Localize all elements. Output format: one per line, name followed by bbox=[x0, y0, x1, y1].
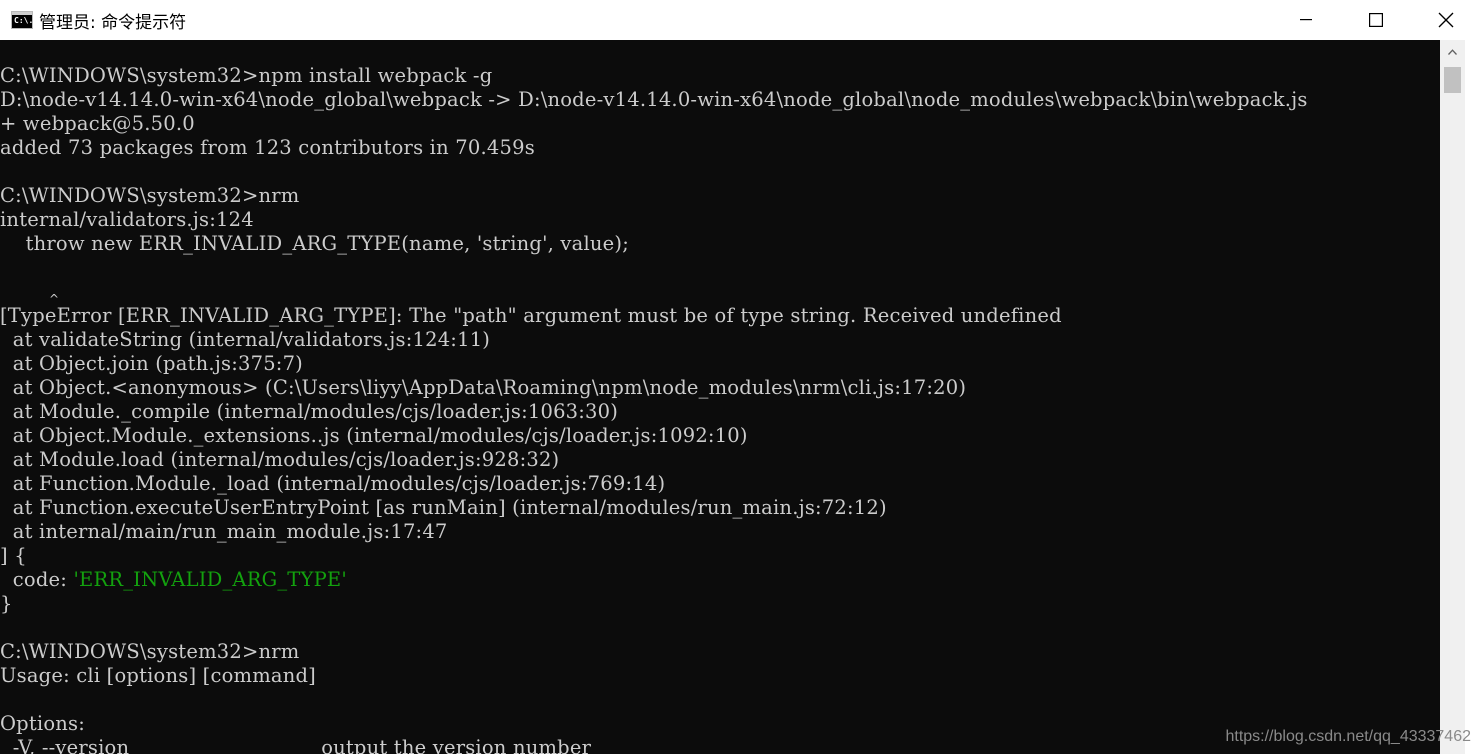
console-line: at Function.executeUserEntryPoint [as ru… bbox=[0, 496, 887, 519]
console-line: C:\WINDOWS\system32>nrm bbox=[0, 184, 300, 207]
console-lines: C:\WINDOWS\system32>npm install webpack … bbox=[0, 64, 1308, 754]
error-caret: ^ bbox=[49, 292, 60, 306]
window-controls bbox=[1271, 0, 1481, 40]
console-output[interactable]: C:\WINDOWS\system32>npm install webpack … bbox=[0, 40, 1440, 754]
console-line: at validateString (internal/validators.j… bbox=[0, 328, 491, 351]
scroll-up-button[interactable] bbox=[1440, 40, 1465, 65]
error-code-value: 'ERR_INVALID_ARG_TYPE' bbox=[73, 568, 347, 591]
chevron-up-icon bbox=[1448, 49, 1457, 55]
console-line: at Module.load (internal/modules/cjs/loa… bbox=[0, 448, 560, 471]
console-line: added 73 packages from 123 contributors … bbox=[0, 136, 535, 159]
console-line: D:\node-v14.14.0-win-x64\node_global\web… bbox=[0, 88, 1308, 111]
maximize-icon bbox=[1369, 13, 1383, 27]
watermark: https://blog.csdn.net/qq_43337462 bbox=[1225, 728, 1471, 745]
vertical-scrollbar[interactable] bbox=[1440, 40, 1465, 754]
console-line: -V, --version output the version number bbox=[0, 736, 592, 754]
minimize-icon bbox=[1300, 19, 1312, 21]
console-line: C:\WINDOWS\system32>nrm bbox=[0, 640, 300, 663]
console-line: + webpack@5.50.0 bbox=[0, 112, 195, 135]
maximize-button[interactable] bbox=[1341, 0, 1411, 40]
cmd-app-icon[interactable]: C:\. bbox=[11, 11, 33, 29]
console-line: [TypeError [ERR_INVALID_ARG_TYPE]: The "… bbox=[0, 304, 1062, 327]
scroll-thumb[interactable] bbox=[1444, 67, 1461, 93]
console-line: at Object.join (path.js:375:7) bbox=[0, 352, 303, 375]
console-line: Options: bbox=[0, 712, 86, 735]
console-line-prefix: code: bbox=[0, 568, 74, 591]
console-line: C:\WINDOWS\system32>npm install webpack … bbox=[0, 64, 493, 87]
console-line: at Module._compile (internal/modules/cjs… bbox=[0, 400, 619, 423]
console-line: code: 'ERR_INVALID_ARG_TYPE' bbox=[0, 568, 1308, 592]
console-line: internal/validators.js:124 bbox=[0, 208, 254, 231]
console-line: ] { bbox=[0, 544, 27, 567]
close-icon bbox=[1438, 12, 1454, 28]
minimize-button[interactable] bbox=[1271, 0, 1341, 40]
title-bar[interactable]: C:\. 管理员: 命令提示符 bbox=[0, 0, 1481, 40]
console-line: } bbox=[0, 592, 13, 615]
close-button[interactable] bbox=[1411, 0, 1481, 40]
console-line: at Object.<anonymous> (C:\Users\liyy\App… bbox=[0, 376, 967, 399]
console-line: Usage: cli [options] [command] bbox=[0, 664, 316, 687]
console-line: throw new ERR_INVALID_ARG_TYPE(name, 'st… bbox=[0, 232, 629, 255]
window-right-edge bbox=[1465, 40, 1481, 754]
window-title: 管理员: 命令提示符 bbox=[39, 12, 187, 33]
console-line: at Function.Module._load (internal/modul… bbox=[0, 472, 666, 495]
console-line: at internal/main/run_main_module.js:17:4… bbox=[0, 520, 448, 543]
cmd-icon-glyph: C:\. bbox=[14, 16, 33, 25]
cmd-icon-bar bbox=[12, 12, 32, 15]
console-line: at Object.Module._extensions..js (intern… bbox=[0, 424, 748, 447]
cmd-window: C:\. 管理员: 命令提示符 C:\WINDOWS\system32>npm … bbox=[0, 0, 1481, 754]
